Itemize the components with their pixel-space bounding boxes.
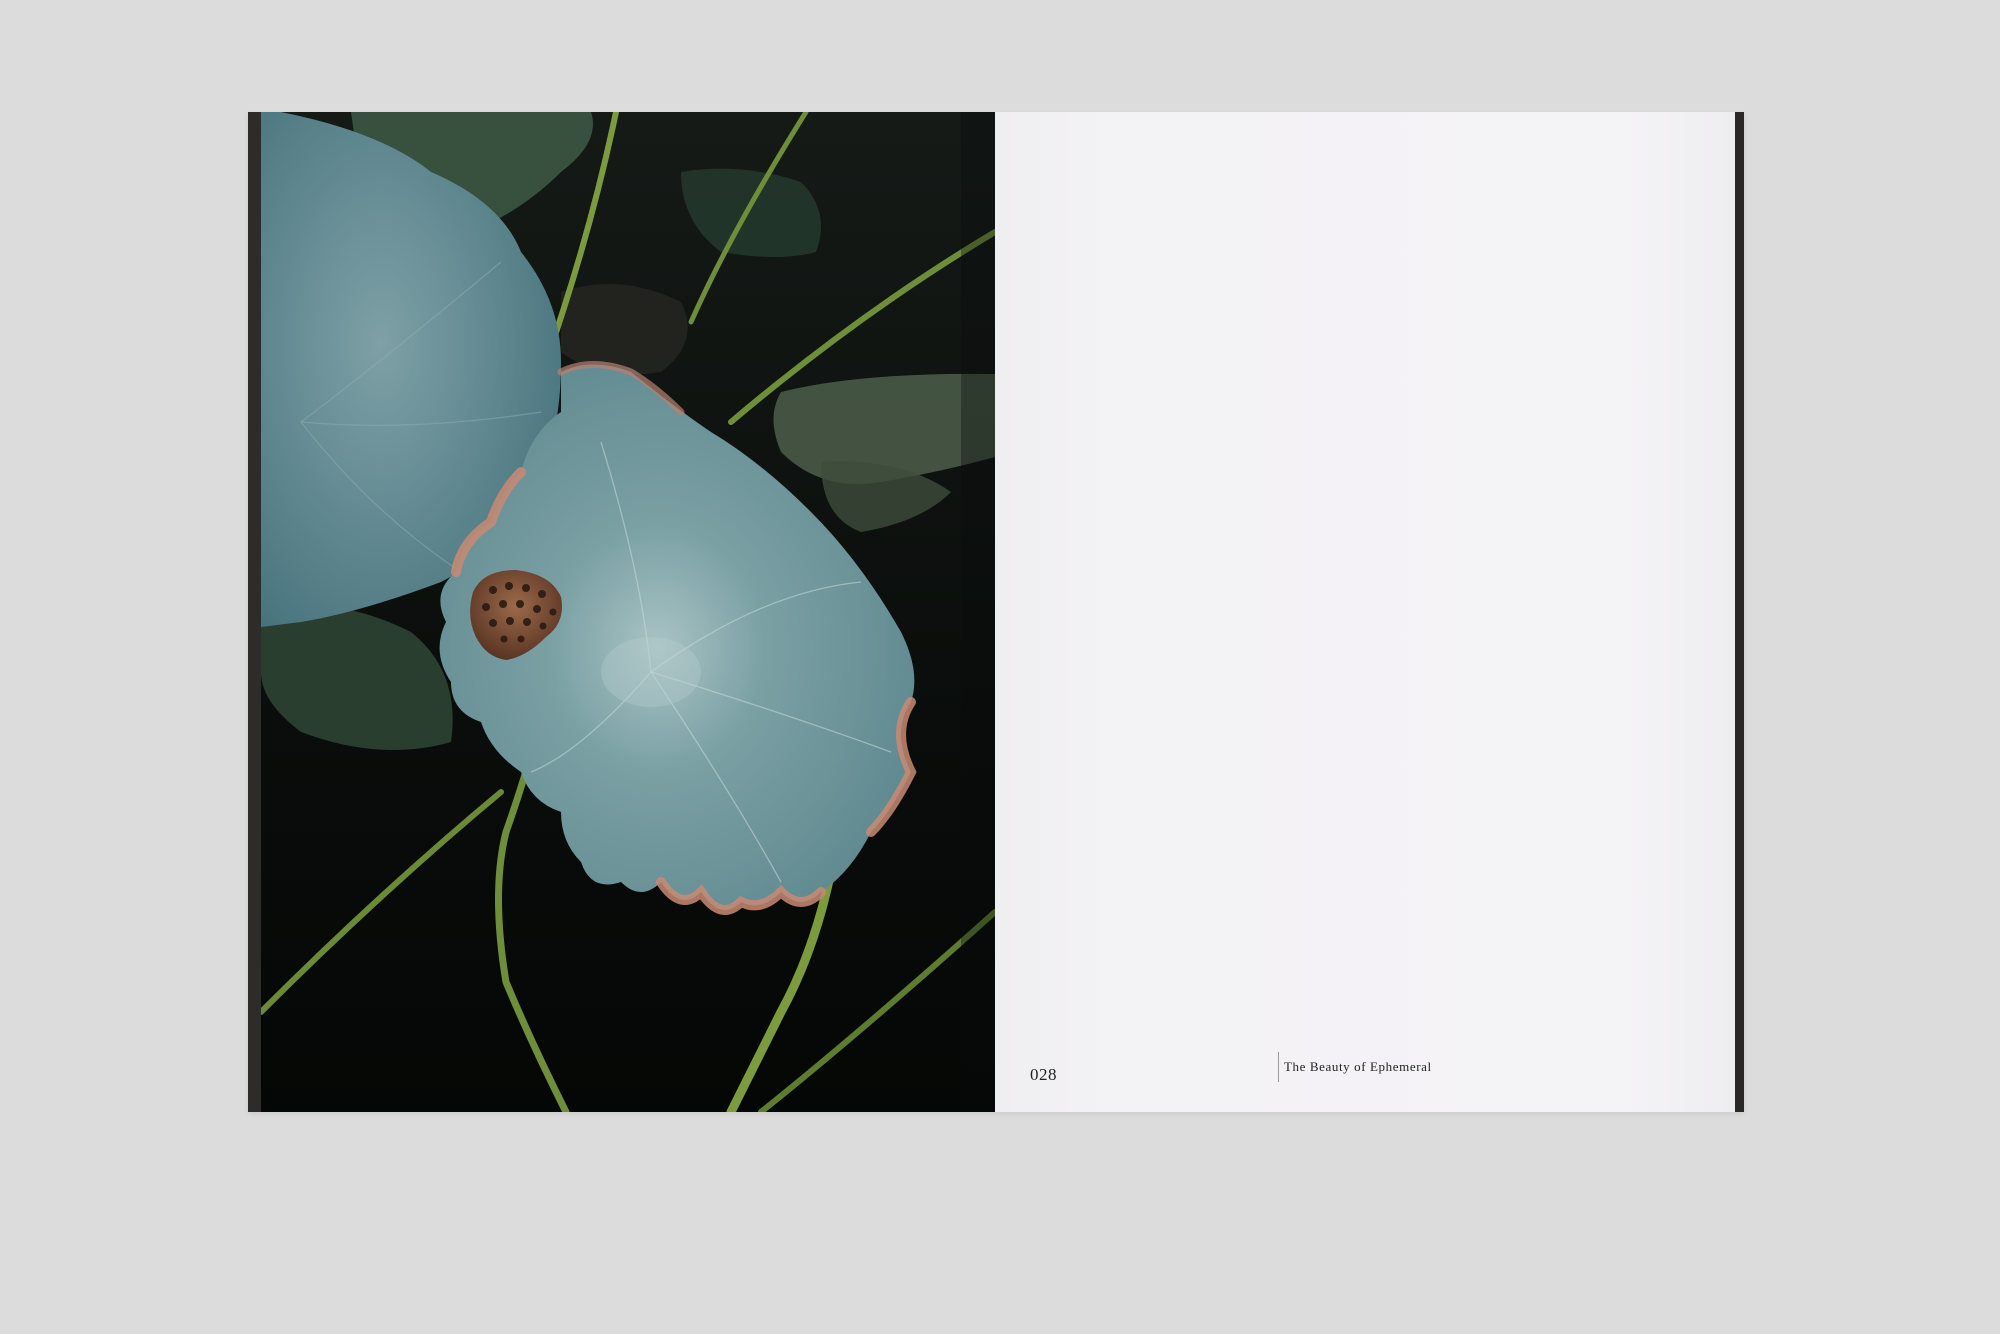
leaf-center-highlight xyxy=(601,637,701,707)
lotus-photograph xyxy=(261,112,995,1112)
text-page: 028 The Beauty of Ephemeral xyxy=(995,112,1735,1112)
bg-dead-leaf xyxy=(561,284,688,375)
photo-page xyxy=(261,112,995,1112)
book-edge-left xyxy=(248,112,261,1112)
magazine-spread: 028 The Beauty of Ephemeral xyxy=(248,112,1744,1112)
book-edge-right xyxy=(1735,112,1744,1112)
photo-right-shadow xyxy=(961,112,995,1112)
page-number: 028 xyxy=(1030,1065,1057,1084)
running-title: The Beauty of Ephemeral xyxy=(1278,1052,1432,1082)
